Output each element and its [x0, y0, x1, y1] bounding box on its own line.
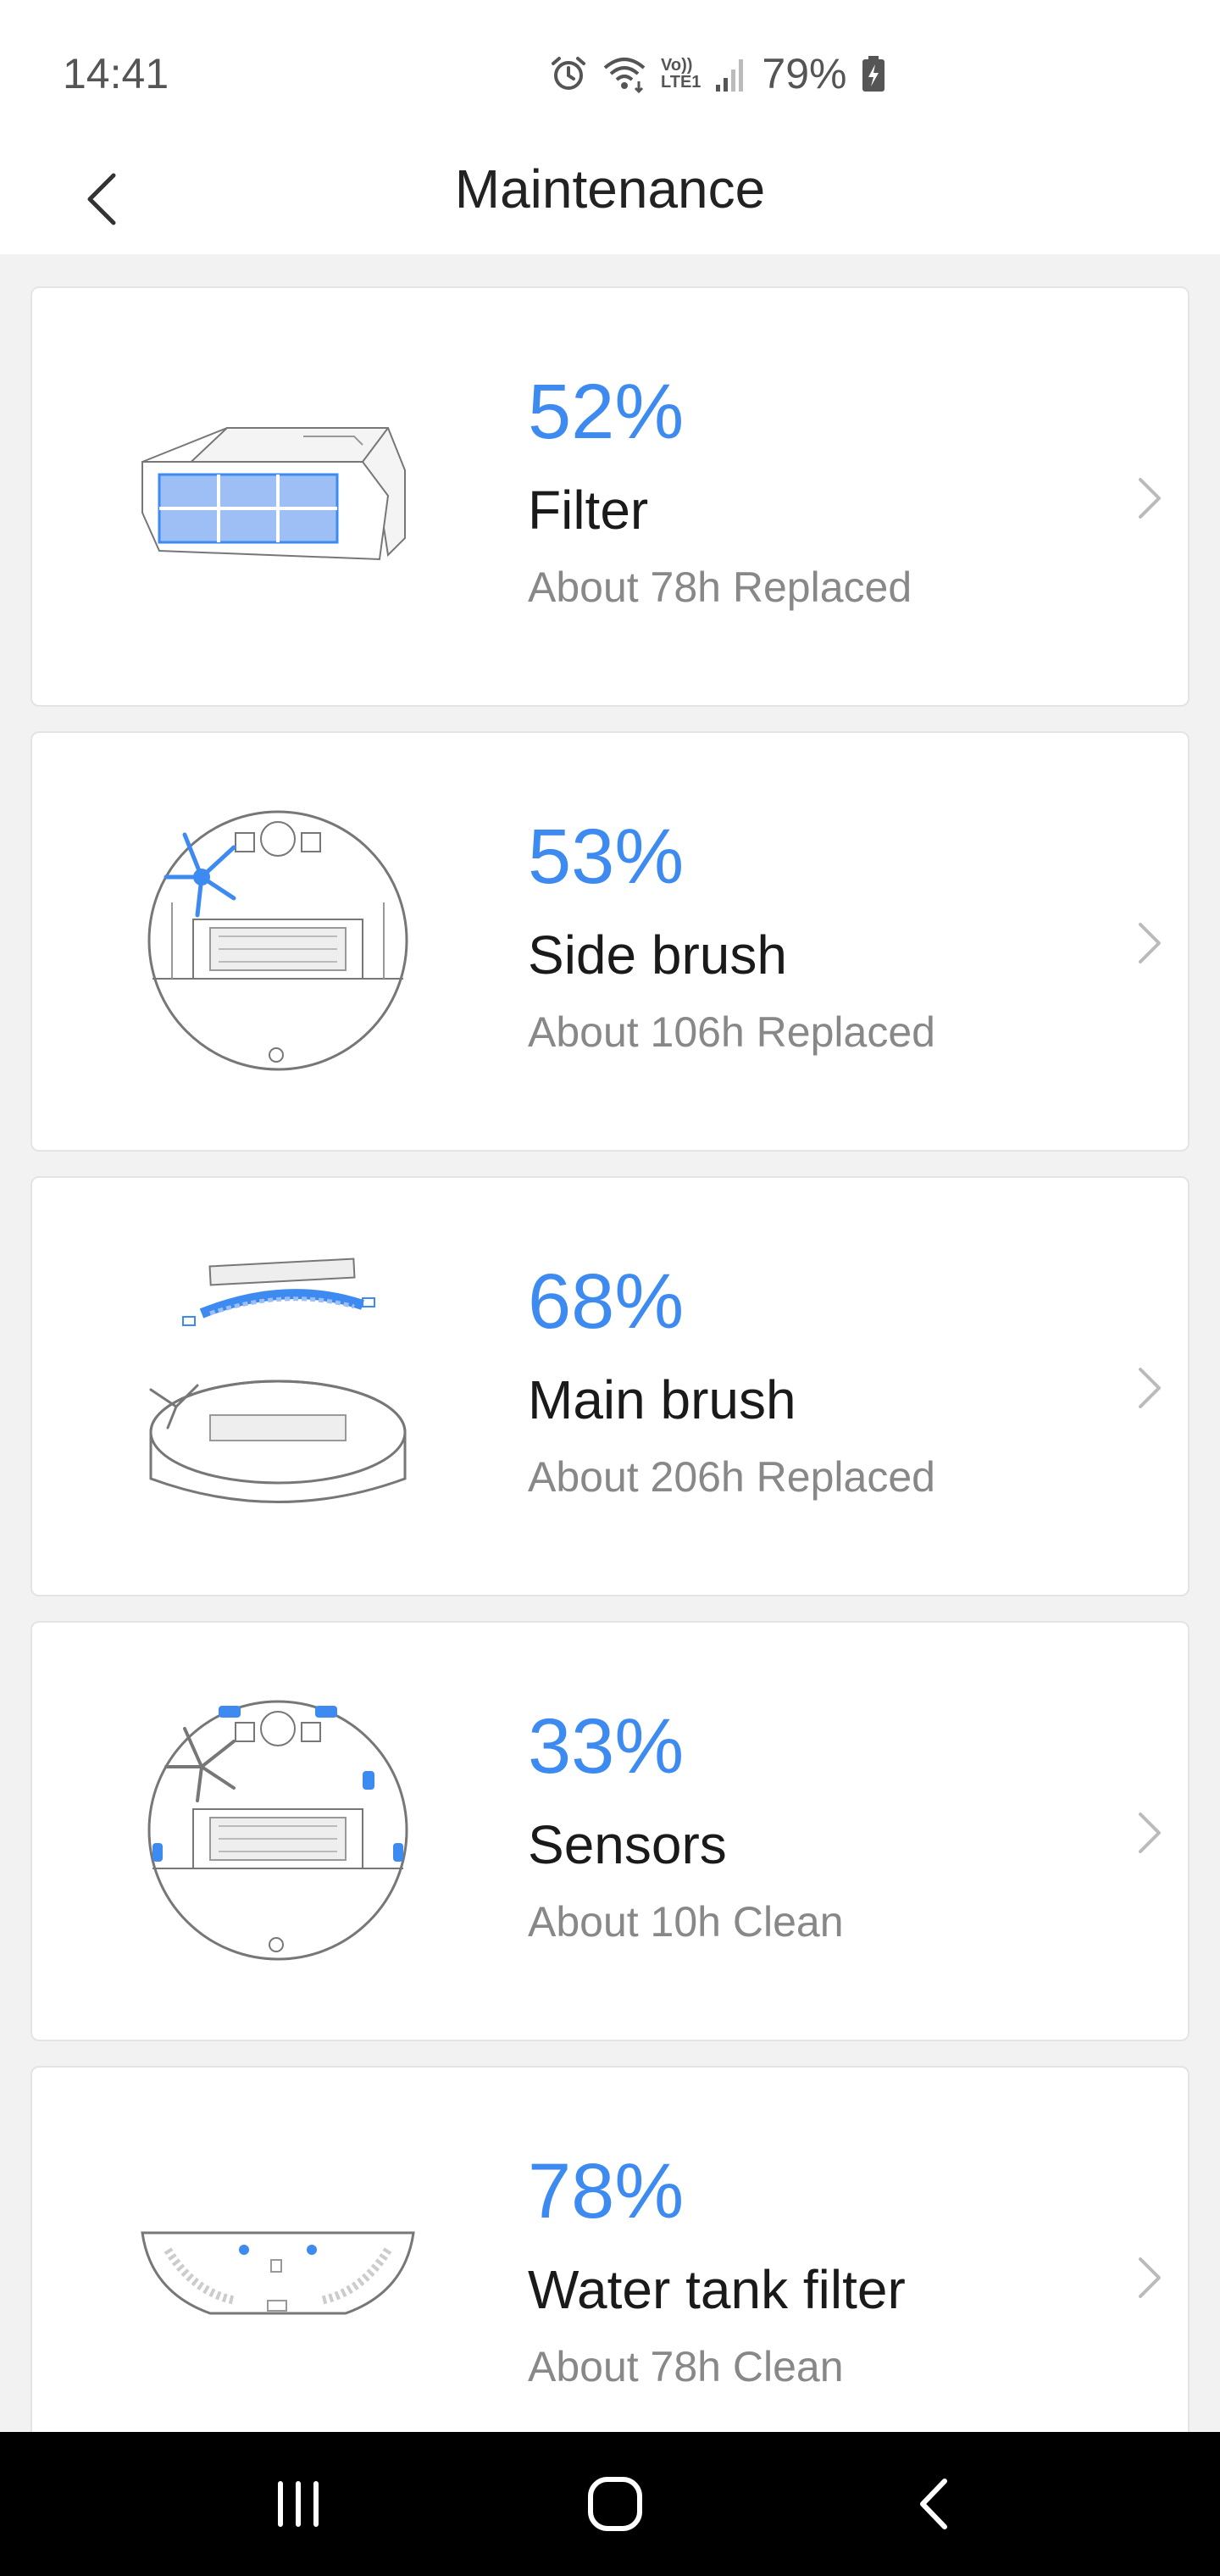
maintenance-item-water-tank-filter[interactable]: 78% Water tank filter About 78h Clean: [30, 2066, 1190, 2486]
home-icon: [588, 2477, 642, 2531]
maintenance-item-filter[interactable]: 52% Filter About 78h Replaced: [30, 286, 1190, 707]
item-name: Filter: [528, 480, 649, 541]
card-text: 78% Water tank filter About 78h Clean: [528, 2152, 906, 2388]
volte-label: Vo)): [661, 56, 693, 75]
alarm-icon: [549, 54, 588, 93]
chevron-right-icon: [1139, 923, 1161, 963]
water-tank-filter-illustration: [134, 2135, 422, 2415]
maintenance-item-main-brush[interactable]: 68% Main brush About 206h Replaced: [30, 1176, 1190, 1596]
item-name: Side brush: [528, 924, 787, 985]
item-percent: 78%: [528, 2148, 685, 2235]
item-percent: 68%: [528, 1258, 685, 1345]
item-percent: 52%: [528, 369, 685, 455]
battery-percent: 79%: [762, 50, 847, 97]
chevron-right-icon: [1139, 1813, 1161, 1853]
chevron-right-icon: [1139, 478, 1161, 519]
maintenance-item-side-brush[interactable]: 53% Side brush About 106h Replaced: [30, 731, 1190, 1152]
item-subtitle: About 78h Clean: [528, 2343, 844, 2390]
item-subtitle: About 10h Clean: [528, 1898, 844, 1946]
card-text: 68% Main brush About 206h Replaced: [528, 1263, 935, 1498]
back-icon: [920, 2479, 947, 2529]
status-time: 14:41: [63, 50, 169, 97]
app-bar: Maintenance: [0, 144, 1220, 254]
side-brush-illustration: [134, 801, 422, 1080]
wifi-icon: [602, 54, 647, 93]
chevron-right-icon: [1139, 1368, 1161, 1408]
item-name: Water tank filter: [528, 2259, 906, 2320]
item-percent: 53%: [528, 813, 685, 900]
item-name: Main brush: [528, 1369, 796, 1430]
signal-icon: [714, 54, 748, 93]
card-text: 33% Sensors About 10h Clean: [528, 1707, 844, 1943]
card-text: 52% Filter About 78h Replaced: [528, 373, 912, 608]
nav-back-button[interactable]: [866, 2457, 1001, 2551]
item-subtitle: About 206h Replaced: [528, 1453, 935, 1501]
item-percent: 33%: [528, 1703, 685, 1790]
status-icons: Vo)) LTE1 79%: [549, 44, 886, 103]
item-subtitle: About 78h Replaced: [528, 564, 912, 611]
recents-icon: [278, 2481, 319, 2527]
sensors-illustration: [134, 1690, 422, 1970]
system-nav-bar: [0, 2432, 1220, 2576]
recents-button[interactable]: [230, 2457, 366, 2551]
battery-charging-icon: [861, 54, 886, 93]
card-text: 53% Side brush About 106h Replaced: [528, 818, 935, 1053]
filter-illustration: [134, 356, 422, 636]
page-title: Maintenance: [454, 158, 766, 219]
status-bar: 14:41 Vo)) LTE1 79%: [0, 0, 1220, 144]
item-subtitle: About 106h Replaced: [528, 1008, 935, 1056]
main-brush-illustration: [134, 1246, 422, 1525]
volte-icon: Vo)) LTE1: [661, 57, 701, 91]
maintenance-item-sensors[interactable]: 33% Sensors About 10h Clean: [30, 1621, 1190, 2041]
home-button[interactable]: [547, 2457, 683, 2551]
item-name: Sensors: [528, 1814, 727, 1875]
chevron-right-icon: [1139, 2257, 1161, 2298]
lte-label: LTE1: [661, 73, 702, 92]
